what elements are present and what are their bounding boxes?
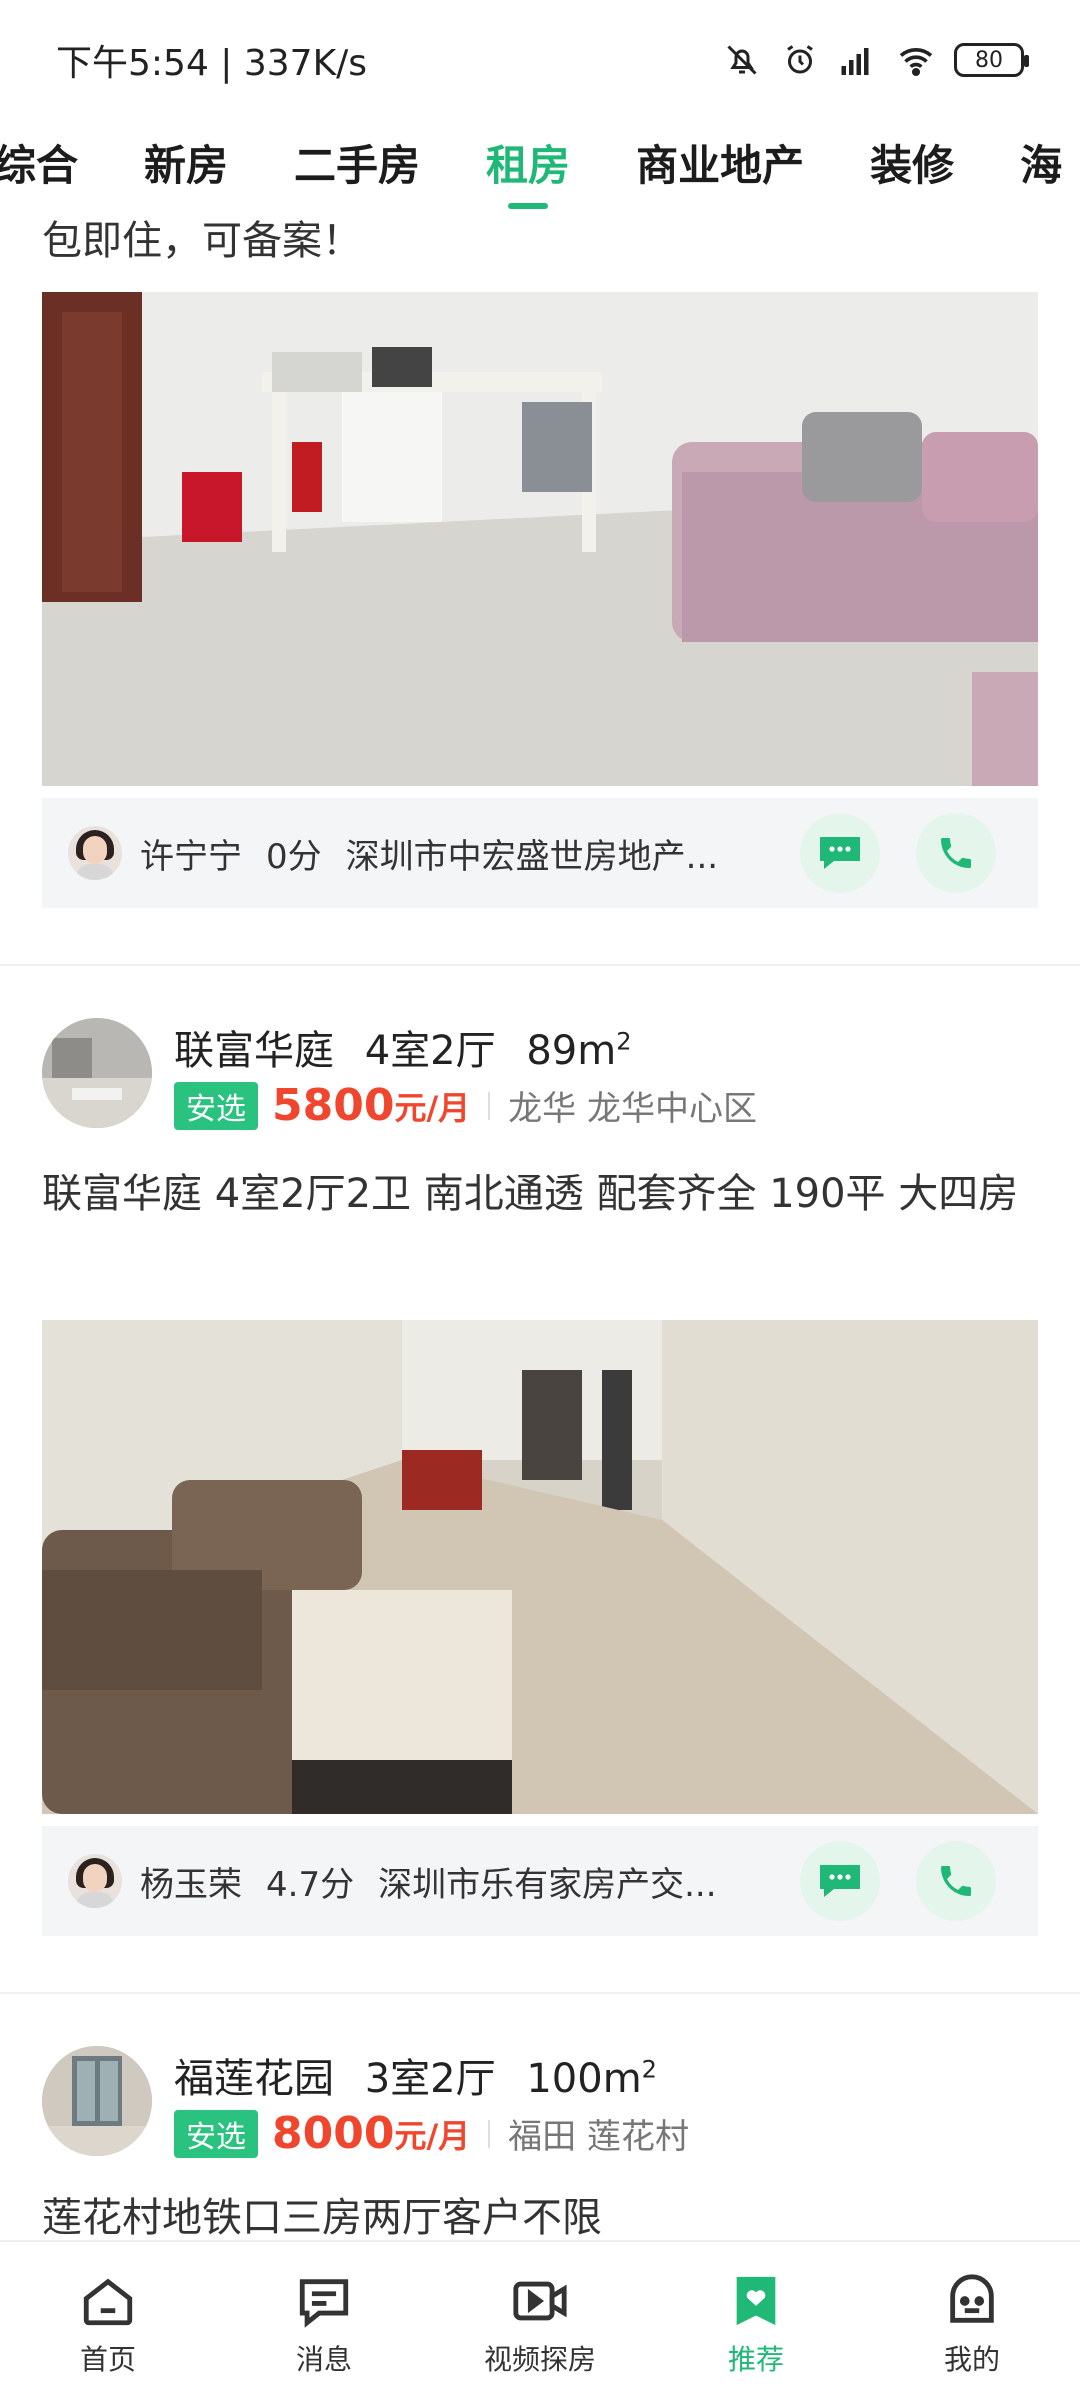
rent-price: 5800: [272, 1080, 395, 1131]
listing-location: 龙华 龙华中心区: [508, 1089, 757, 1129]
agent-score: 4.7分: [266, 1864, 355, 1905]
verified-badge: 安选: [174, 1081, 258, 1130]
call-button[interactable]: [916, 813, 996, 893]
battery-indicator: 80: [954, 43, 1029, 77]
bottom-navigation: 首页 消息 视频探房 推荐 我的: [0, 2240, 1080, 2400]
chat-icon: [820, 1865, 860, 1897]
phone-icon: [941, 1866, 971, 1896]
community-name: 福莲花园: [174, 2056, 334, 2102]
phone-icon: [941, 838, 971, 868]
nav-label: 消息: [295, 2343, 352, 2376]
divider: [0, 964, 1080, 966]
tab-rental[interactable]: 租房: [486, 132, 570, 209]
listing-header[interactable]: 福莲花园 3室2厅 100m2 安选 8000 元/月 福田 莲花村: [42, 2046, 1038, 2166]
status-time-speed: 下午5:54 | 337K/s: [56, 43, 368, 84]
price-unit: 元/月: [394, 1088, 471, 1127]
listing-thumbnail[interactable]: [42, 2046, 152, 2156]
agent-company: 深圳市乐有家房产交...: [378, 1864, 717, 1905]
status-bar: 下午5:54 | 337K/s 80: [0, 0, 1080, 120]
listing-photo[interactable]: [42, 1320, 1038, 1814]
mute-bell-icon: [722, 40, 762, 80]
divider: [0, 1992, 1080, 1994]
nav-profile[interactable]: 我的: [864, 2242, 1080, 2400]
call-button[interactable]: [916, 1841, 996, 1921]
nav-label: 推荐: [727, 2343, 784, 2376]
agent-avatar[interactable]: [68, 1854, 122, 1908]
recommend-heart-icon: [725, 2270, 787, 2332]
nav-messages[interactable]: 消息: [216, 2242, 432, 2400]
room-layout: 4室2厅: [364, 1028, 496, 1074]
agent-company: 深圳市中宏盛世房地产...: [345, 836, 719, 877]
agent-bar[interactable]: 杨玉荣 4.7分 深圳市乐有家房产交...: [42, 1826, 1038, 1936]
tab-decoration[interactable]: 装修: [870, 132, 954, 193]
nav-video-tour[interactable]: 视频探房: [432, 2242, 648, 2400]
agent-name: 许宁宁: [140, 836, 242, 877]
listing-description: 联富华庭 4室2厅2卫 南北通透 配套齐全 190平 大四房: [42, 1171, 1019, 1217]
tab-overseas[interactable]: 海: [1020, 132, 1062, 193]
room-layout: 3室2厅: [364, 2056, 496, 2102]
battery-level: 80: [975, 47, 1003, 73]
tab-new-homes[interactable]: 新房: [144, 132, 228, 193]
community-name: 联富华庭: [174, 1028, 334, 1074]
price-unit: 元/月: [394, 2116, 471, 2155]
agent-bar[interactable]: 许宁宁 0分 深圳市中宏盛世房地产...: [42, 798, 1038, 908]
listing-header[interactable]: 联富华庭 4室2厅 89m2 安选 5800 元/月 龙华 龙华中心区: [42, 1018, 1038, 1138]
nav-label: 我的: [943, 2343, 1000, 2376]
video-icon: [509, 2270, 571, 2332]
price-line: 安选 5800 元/月 龙华 龙华中心区: [174, 1080, 757, 1131]
chat-icon: [820, 837, 860, 869]
listing-title: 联富华庭 4室2厅 89m2: [174, 1018, 650, 1076]
tab-second-hand[interactable]: 二手房: [294, 132, 420, 193]
status-icons: 80: [722, 40, 1029, 80]
listing-feed[interactable]: 包即住，可备案！ 许宁宁 0分 深圳市中宏盛世房地产... 联富华庭 4室2厅 …: [0, 220, 1080, 2240]
rent-price: 8000: [272, 2108, 395, 2159]
chat-button[interactable]: [800, 813, 880, 893]
nav-recommend[interactable]: 推荐: [648, 2242, 864, 2400]
listing-location: 福田 莲花村: [508, 2117, 689, 2157]
floor-area: 100m2: [526, 2055, 657, 2102]
nav-label: 视频探房: [483, 2343, 596, 2376]
tab-commercial[interactable]: 商业地产: [636, 132, 804, 193]
signal-icon: [838, 40, 878, 80]
chat-button[interactable]: [800, 1841, 880, 1921]
alarm-icon: [780, 40, 820, 80]
nav-home[interactable]: 首页: [0, 2242, 216, 2400]
listing-photo[interactable]: [42, 292, 1038, 786]
tab-comprehensive[interactable]: 综合: [0, 132, 78, 193]
listing-description: 莲花村地铁口三房两厅客户不限: [42, 2195, 602, 2240]
listing-title: 福莲花园 3室2厅 100m2: [174, 2046, 675, 2104]
agent-score: 0分: [266, 836, 322, 877]
wifi-icon: [896, 40, 936, 80]
listing-description: 包即住，可备案！: [42, 220, 362, 264]
nav-label: 首页: [79, 2343, 136, 2376]
listing-thumbnail[interactable]: [42, 1018, 152, 1128]
home-icon: [77, 2270, 139, 2332]
agent-avatar[interactable]: [68, 826, 122, 880]
floor-area: 89m2: [526, 1027, 632, 1074]
verified-badge: 安选: [174, 2109, 258, 2158]
profile-icon: [941, 2270, 1003, 2332]
message-icon: [293, 2270, 355, 2332]
agent-name: 杨玉荣: [140, 1864, 242, 1905]
price-line: 安选 8000 元/月 福田 莲花村: [174, 2108, 689, 2159]
category-tabs: 综合 新房 二手房 租房 商业地产 装修 海: [0, 120, 1080, 220]
